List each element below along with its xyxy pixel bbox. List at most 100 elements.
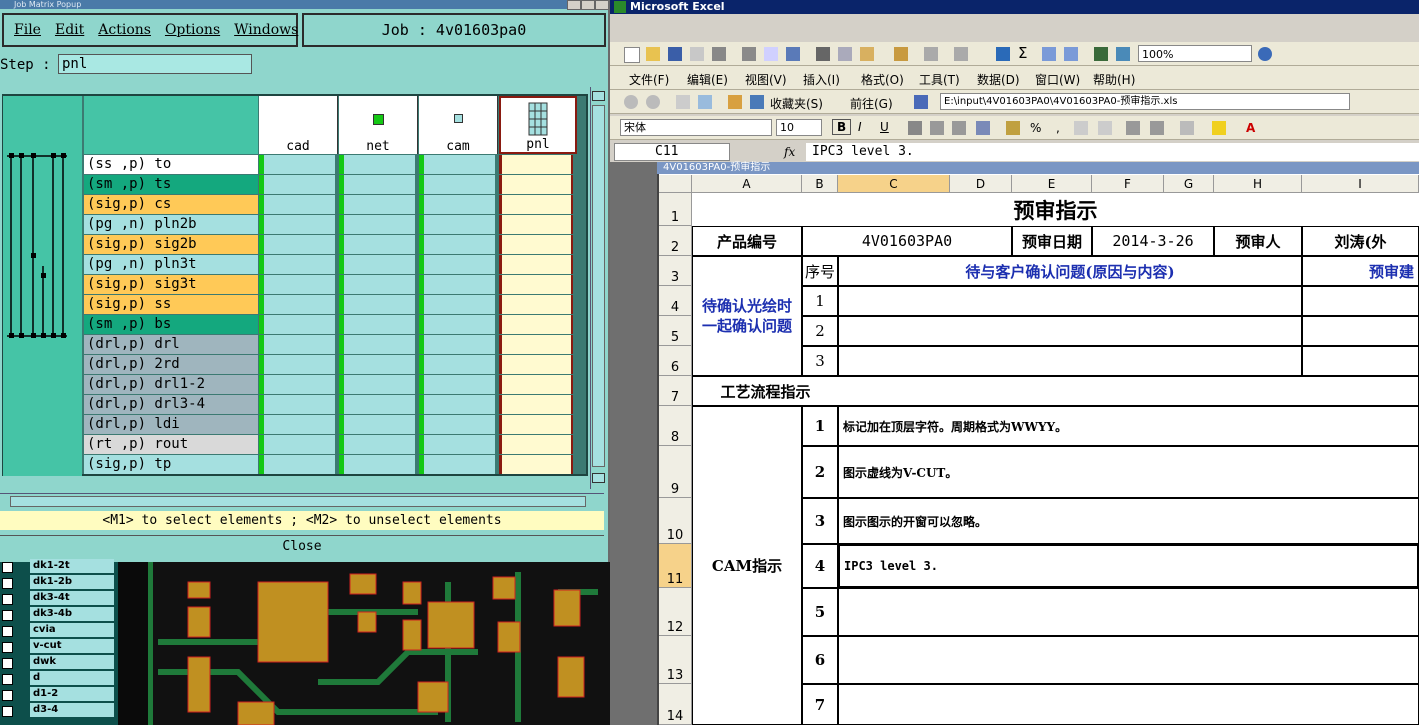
back-icon[interactable] (624, 95, 638, 109)
underline-button[interactable]: U (880, 120, 889, 134)
forward-icon[interactable] (646, 95, 660, 109)
seq-header[interactable]: 序号 (802, 256, 838, 286)
research-icon[interactable] (786, 47, 800, 61)
cam-item-text[interactable] (838, 684, 1419, 725)
row-header[interactable]: 10 (659, 498, 692, 544)
currency-icon[interactable] (1006, 121, 1020, 135)
matrix-cell[interactable] (339, 175, 415, 194)
scrollbar-thumb[interactable] (10, 496, 586, 507)
matrix-cell[interactable] (499, 275, 573, 294)
new-icon[interactable] (624, 47, 640, 63)
matrix-cell[interactable] (499, 195, 573, 214)
issue-cell[interactable] (838, 316, 1302, 346)
layer-list-item[interactable]: dwk (0, 655, 116, 670)
matrix-row[interactable]: (ss ,p) to (84, 155, 586, 174)
layer-name[interactable]: (ss ,p) to (84, 155, 258, 174)
decrease-decimal-icon[interactable] (1098, 121, 1112, 135)
layer-checkbox[interactable] (2, 610, 13, 621)
matrix-cell[interactable] (419, 295, 495, 314)
layer-list-item[interactable]: v-cut (0, 639, 116, 654)
minimize-icon[interactable] (567, 0, 581, 10)
matrix-row[interactable]: (pg ,n) pln2b (84, 215, 586, 234)
menu-help[interactable]: 帮助(H) (1093, 71, 1135, 88)
redo-icon[interactable] (954, 47, 968, 61)
cam-item-text[interactable]: 标记加在顶层字符。周期格式为WWYY。 (838, 406, 1419, 446)
cam-item-number[interactable]: 1 (802, 406, 838, 446)
refresh-icon[interactable] (698, 95, 712, 109)
layer-checkbox[interactable] (2, 578, 13, 589)
layer-name[interactable]: (rt ,p) rout (84, 435, 258, 454)
process-flow-label[interactable]: 工艺流程指示 (692, 376, 838, 406)
chart-wizard-icon[interactable] (1094, 47, 1108, 61)
matrix-cell[interactable] (419, 255, 495, 274)
matrix-cell[interactable] (259, 195, 335, 214)
matrix-cell[interactable] (499, 415, 573, 434)
matrix-cell[interactable] (499, 155, 573, 174)
matrix-cell[interactable] (419, 155, 495, 174)
autosum-icon[interactable]: Σ (1018, 44, 1027, 62)
layer-name[interactable]: (drl,p) ldi (84, 415, 258, 434)
matrix-cell[interactable] (339, 315, 415, 334)
hyperlink-icon[interactable] (996, 47, 1010, 61)
column-header[interactable]: F (1092, 175, 1164, 193)
decrease-indent-icon[interactable] (1126, 121, 1140, 135)
layer-name[interactable]: (drl,p) 2rd (84, 355, 258, 374)
matrix-cell[interactable] (419, 375, 495, 394)
scroll-down-icon[interactable] (592, 473, 605, 483)
matrix-cell[interactable] (419, 215, 495, 234)
horizontal-scrollbar[interactable] (0, 493, 604, 508)
cam-item-number[interactable]: 3 (802, 498, 838, 544)
layer-checkbox[interactable] (2, 562, 13, 573)
matrix-cell[interactable] (419, 455, 495, 474)
cam-item-text[interactable] (838, 588, 1419, 636)
help-icon[interactable] (1258, 47, 1272, 61)
cam-item-text[interactable] (838, 636, 1419, 684)
matrix-cell[interactable] (339, 235, 415, 254)
layer-list-item[interactable]: d (0, 671, 116, 686)
column-header[interactable]: D (950, 175, 1012, 193)
search-icon[interactable] (750, 95, 764, 109)
print-preview-icon[interactable] (742, 47, 756, 61)
matrix-cell[interactable] (259, 455, 335, 474)
matrix-cell[interactable] (419, 435, 495, 454)
matrix-cell[interactable] (339, 395, 415, 414)
matrix-cell[interactable] (419, 195, 495, 214)
seq-number[interactable]: 2 (802, 316, 838, 346)
layer-name[interactable]: (pg ,n) pln3t (84, 255, 258, 274)
menu-options[interactable]: Options (165, 22, 220, 38)
suggestion-cell[interactable] (1302, 346, 1419, 376)
layer-checkbox[interactable] (2, 626, 13, 637)
column-header-pnl[interactable]: pnl (499, 96, 577, 154)
cam-instructions-label[interactable]: CAM指示 (692, 406, 802, 725)
layer-checkbox[interactable] (2, 658, 13, 669)
increase-decimal-icon[interactable] (1074, 121, 1088, 135)
matrix-row[interactable]: (sig,p) sig3t (84, 275, 586, 294)
matrix-cell[interactable] (499, 295, 573, 314)
product-no-value[interactable]: 4V01603PA0 (802, 226, 1012, 256)
cam-item-text[interactable]: 图示虚线为V-CUT。 (838, 446, 1419, 498)
matrix-cell[interactable] (259, 175, 335, 194)
cam-item-number[interactable]: 6 (802, 636, 838, 684)
suggestion-cell[interactable] (1302, 316, 1419, 346)
fx-icon[interactable]: fx (784, 145, 795, 159)
suggestion-header[interactable]: 预审建 (1302, 256, 1419, 286)
formula-input[interactable]: IPC3 level 3. (806, 143, 1419, 161)
copy-icon[interactable] (838, 47, 852, 61)
matrix-row[interactable]: (sm ,p) ts (84, 175, 586, 194)
select-all-corner[interactable] (659, 175, 692, 193)
matrix-row[interactable]: (sig,p) cs (84, 195, 586, 214)
menu-insert[interactable]: 插入(I) (803, 71, 840, 88)
matrix-cell[interactable] (499, 395, 573, 414)
row-header[interactable]: 7 (659, 376, 692, 406)
matrix-cell[interactable] (499, 315, 573, 334)
name-box[interactable]: C11 (614, 143, 730, 161)
cam-item-number[interactable]: 4 (802, 544, 838, 588)
matrix-row[interactable]: (sig,p) sig2b (84, 235, 586, 254)
matrix-cell[interactable] (339, 155, 415, 174)
layer-checkbox[interactable] (2, 642, 13, 653)
reviewer-value[interactable]: 刘涛(外 (1302, 226, 1419, 256)
cam-item-text[interactable]: IPC3 level 3. (838, 544, 1419, 588)
address-input[interactable]: E:\input\4V01603PA0\4V01603PA0-预审指示.xls (940, 93, 1350, 110)
menu-edit[interactable]: Edit (55, 22, 84, 38)
matrix-row[interactable]: (drl,p) drl1-2 (84, 375, 586, 394)
